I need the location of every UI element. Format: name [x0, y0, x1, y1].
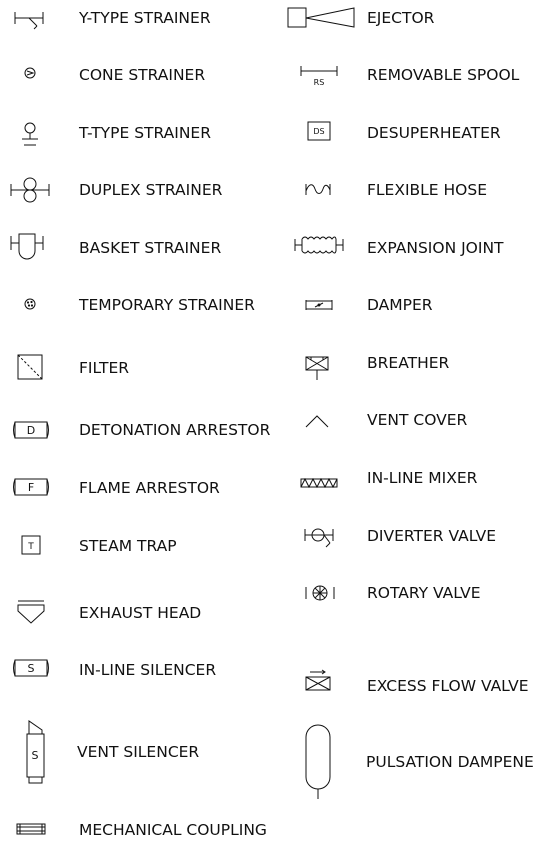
desuperheater-label: DESUPERHEATER [367, 124, 501, 142]
mechanical-coupling-icon [16, 822, 46, 836]
flexible-hose-label: FLEXIBLE HOSE [367, 181, 488, 199]
detonation-arrestor-icon: D [11, 421, 51, 439]
vent-silencer-icon: S [20, 720, 46, 788]
pulsation-dampener-icon [305, 724, 331, 800]
mechanical-coupling-label: MECHANICAL COUPLING [79, 821, 267, 839]
exhaust-head-icon [17, 599, 45, 625]
y-type-strainer-label: Y-TYPE STRAINER [79, 9, 211, 27]
filter-label: FILTER [79, 359, 130, 377]
flexible-hose-icon [305, 182, 331, 196]
y-type-strainer-icon [14, 8, 44, 30]
diverter-valve-icon [304, 525, 334, 549]
removable-spool-label: REMOVABLE SPOOL [367, 66, 520, 84]
temporary-strainer-label: TEMPORARY STRAINER [79, 296, 255, 314]
damper-label: DAMPER [367, 296, 433, 314]
flame-arrestor-label: FLAME ARRESTOR [79, 479, 220, 497]
vent-cover-icon [305, 414, 329, 428]
duplex-strainer-label: DUPLEX STRAINER [79, 181, 223, 199]
flame-arrestor-icon: F [11, 478, 51, 496]
in-line-silencer-icon: S [11, 659, 51, 677]
desuperheater-glyph: DS [313, 127, 324, 136]
duplex-strainer-icon [10, 176, 50, 204]
rotary-valve-icon [305, 583, 335, 603]
basket-strainer-label: BASKET STRAINER [79, 239, 222, 257]
t-type-strainer-icon [20, 121, 40, 151]
excess-flow-valve-label: EXCESS FLOW VALVE [367, 677, 529, 695]
ejector-icon [287, 6, 357, 30]
t-type-strainer-label: T-TYPE STRAINER [79, 124, 211, 142]
cone-strainer-icon [24, 67, 36, 79]
detonation-arrestor-label: DETONATION ARRESTOR [79, 421, 271, 439]
vent-silencer-label: VENT SILENCER [77, 743, 200, 761]
steam-trap-icon: T [21, 535, 41, 555]
damper-icon [305, 299, 333, 311]
removable-spool-glyph: RS [314, 78, 325, 87]
diverter-valve-label: DIVERTER VALVE [367, 527, 497, 545]
vent-cover-label: VENT COVER [367, 411, 468, 429]
expansion-joint-label: EXPANSION JOINT [367, 239, 504, 257]
breather-label: BREATHER [367, 354, 450, 372]
rotary-valve-label: ROTARY VALVE [367, 584, 481, 602]
in-line-mixer-label: IN-LINE MIXER [367, 469, 478, 487]
pulsation-dampener-label: PULSATION DAMPENER [366, 753, 534, 771]
desuperheater-icon: DS [307, 121, 331, 141]
ejector-label: EJECTOR [367, 9, 435, 27]
cone-strainer-label: CONE STRAINER [79, 66, 206, 84]
removable-spool-icon: RS [300, 64, 338, 88]
steam-trap-glyph: T [27, 542, 34, 552]
basket-strainer-icon [10, 232, 44, 262]
vent-silencer-glyph: S [32, 749, 39, 762]
in-line-silencer-label: IN-LINE SILENCER [79, 661, 217, 679]
in-line-silencer-glyph: S [28, 662, 35, 675]
breather-icon [305, 355, 329, 381]
flame-arrestor-glyph: F [28, 481, 34, 494]
filter-icon [17, 354, 43, 380]
steam-trap-label: STEAM TRAP [79, 537, 177, 555]
detonation-arrestor-glyph: D [27, 424, 35, 437]
temporary-strainer-icon [24, 298, 36, 310]
exhaust-head-label: EXHAUST HEAD [79, 604, 202, 622]
in-line-mixer-icon [300, 477, 338, 489]
excess-flow-valve-icon [305, 670, 331, 692]
expansion-joint-icon [294, 235, 344, 255]
